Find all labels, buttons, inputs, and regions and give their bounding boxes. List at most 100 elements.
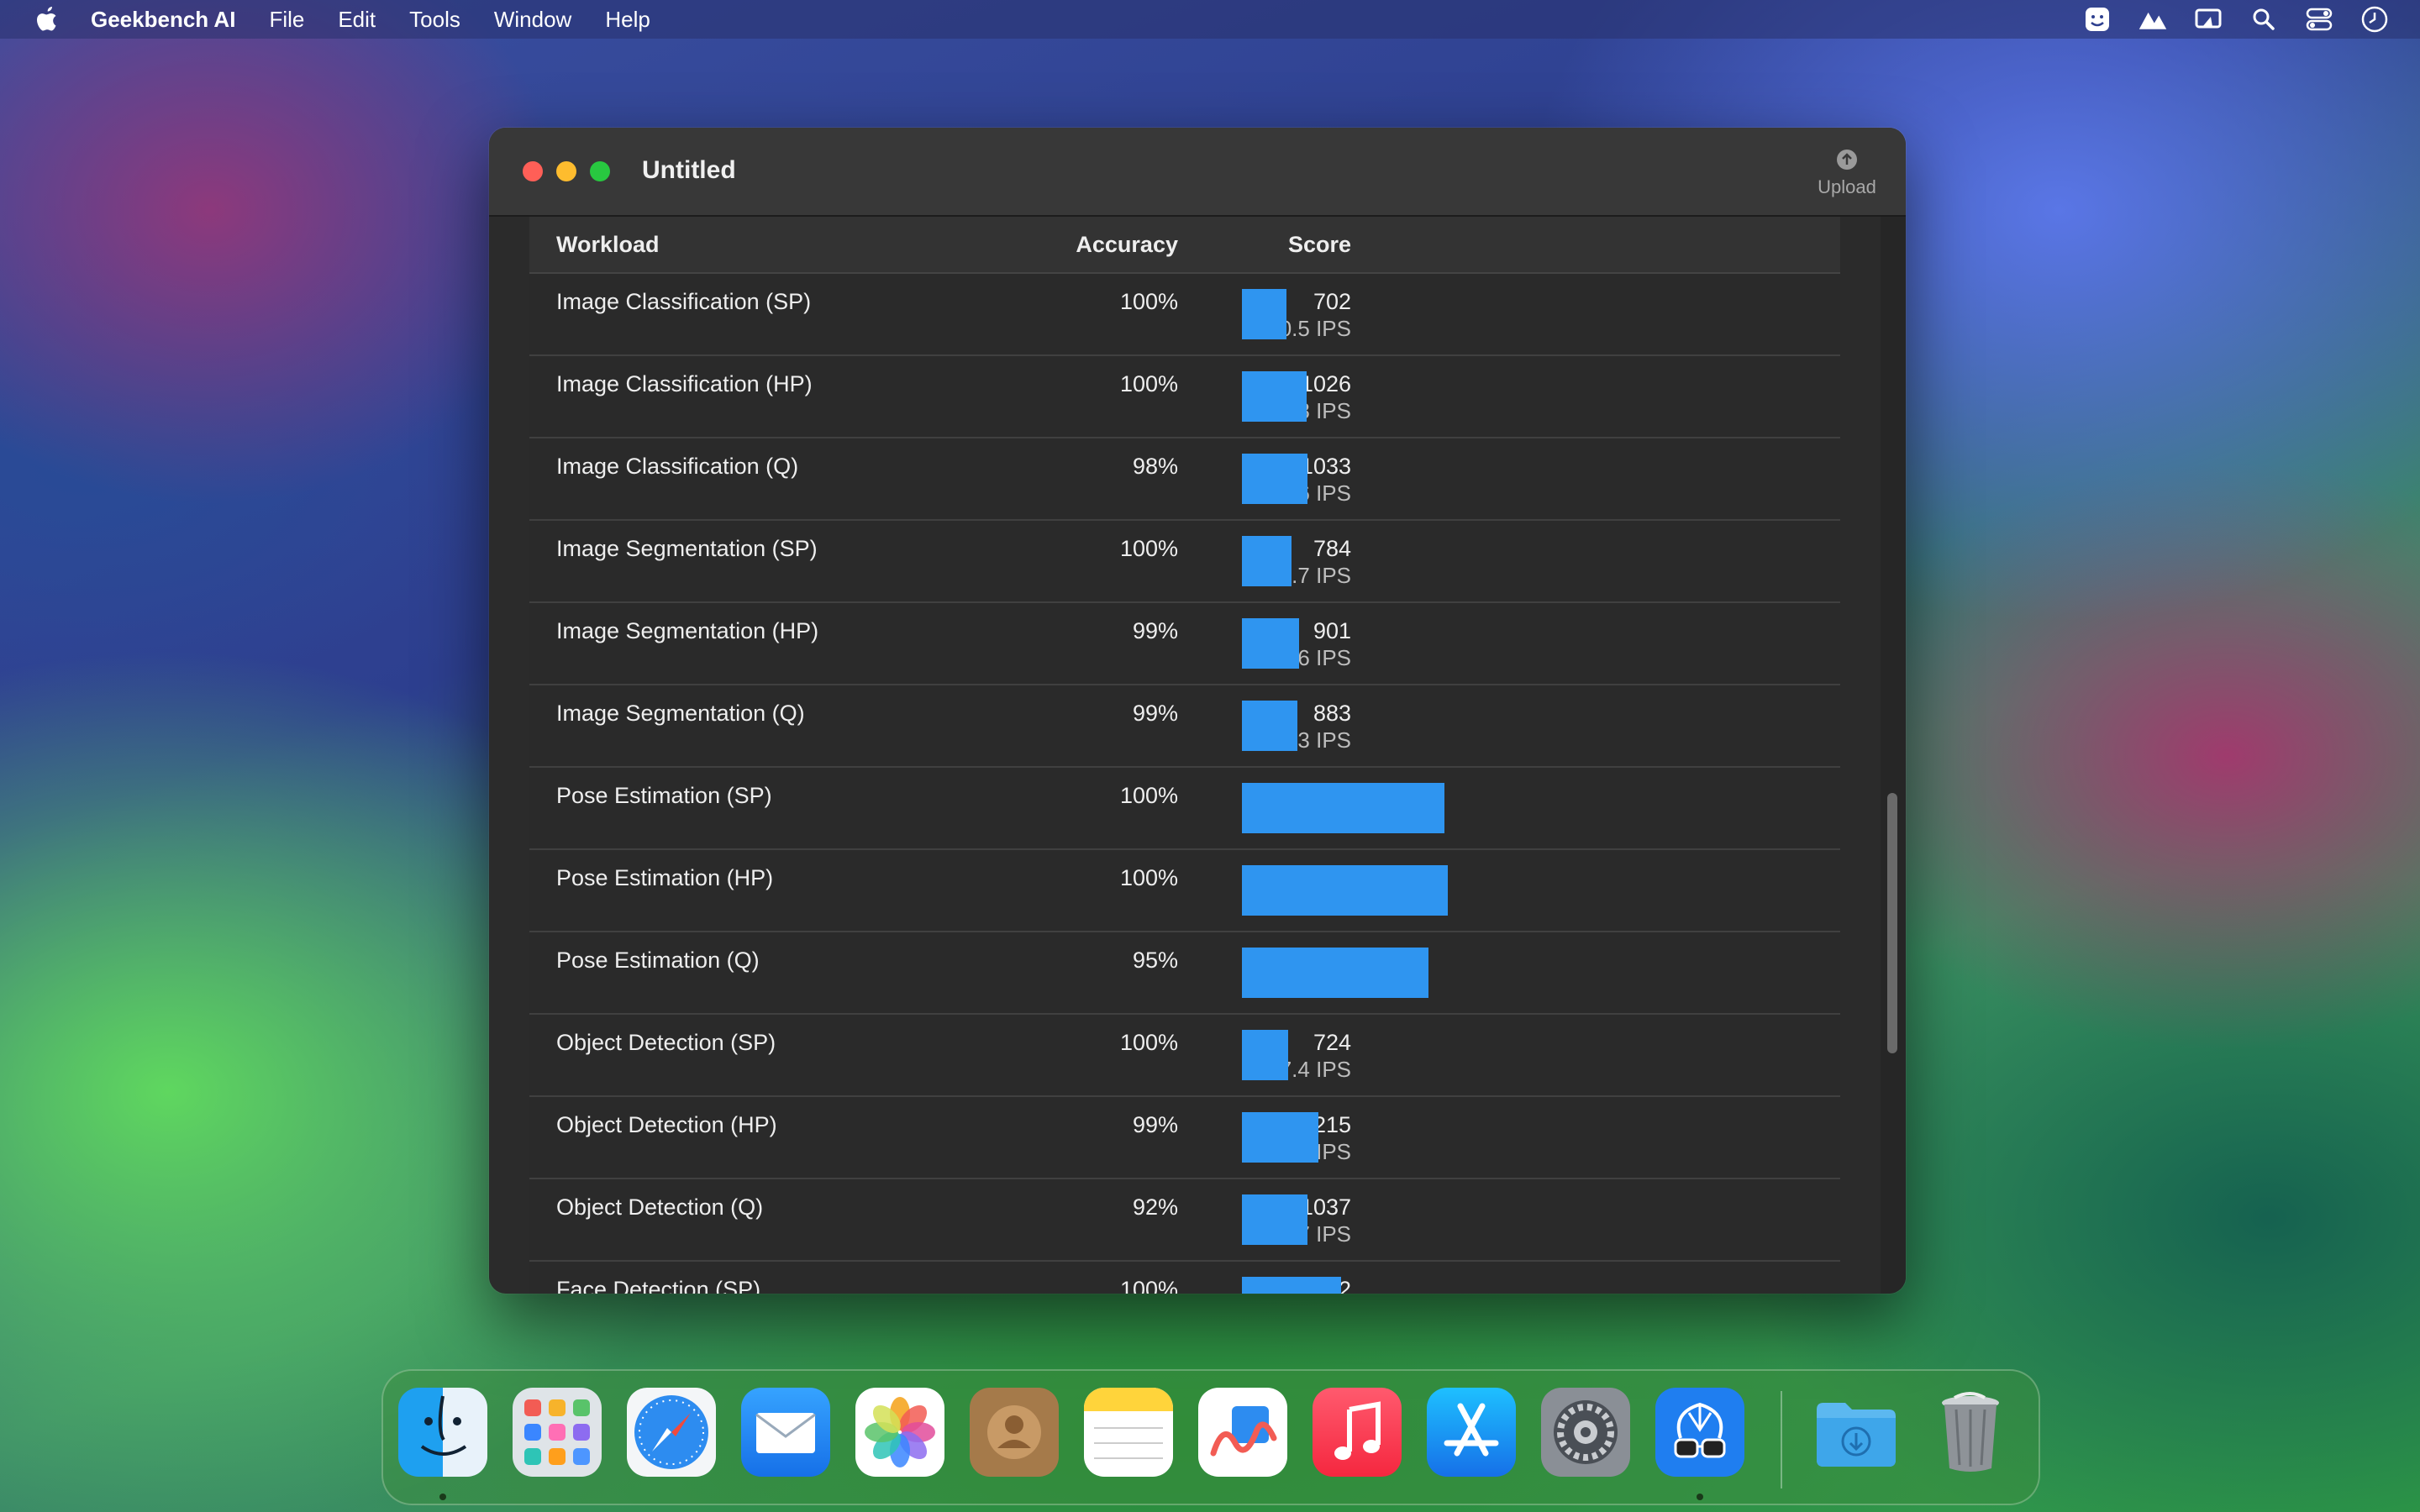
accuracy-value: 99% <box>1132 618 1178 643</box>
upload-icon <box>1837 150 1857 170</box>
accuracy-value: 100% <box>1119 371 1178 396</box>
menu-edit[interactable]: Edit <box>338 7 376 33</box>
accuracy-value: 100% <box>1119 1277 1178 1294</box>
column-header-score[interactable]: Score <box>1195 232 1351 258</box>
menu-bar: Geekbench AI File Edit Tools Window Help <box>0 0 2420 39</box>
workload-name: Image Classification (SP) <box>556 289 812 314</box>
dock <box>381 1369 2040 1505</box>
apple-logo-icon[interactable] <box>34 5 60 34</box>
scrollbar-track[interactable] <box>1881 217 1906 1294</box>
mountains-icon[interactable] <box>2138 4 2168 34</box>
accuracy-value: 99% <box>1132 701 1178 726</box>
workload-name: Image Segmentation (SP) <box>556 536 818 561</box>
accuracy-value: 92% <box>1132 1194 1178 1220</box>
table-row[interactable]: Pose Estimation (Q)95%29483.45 IPS <box>529 932 1840 1015</box>
menu-window[interactable]: Window <box>494 7 571 33</box>
table-row[interactable]: Image Classification (Q)98%1033192.6 IPS <box>529 438 1840 521</box>
table-row[interactable]: Image Segmentation (SP) 100% 784 12.7 IPS <box>529 521 1840 603</box>
downloads-folder-icon[interactable] <box>1812 1388 1901 1477</box>
table-row[interactable]: Image Classification (HP)100%1026190.8 I… <box>529 356 1840 438</box>
score-bar <box>1242 1030 1288 1080</box>
table-row[interactable]: Pose Estimation (SP)100%31963.73 IPS <box>529 768 1840 850</box>
freeform-icon[interactable] <box>1198 1388 1287 1477</box>
geekbench-window: Untitled Upload Workload Accuracy Score … <box>489 128 1906 1294</box>
table-header: Workload Accuracy Score <box>529 217 1840 274</box>
finder-running-indicator <box>439 1494 446 1500</box>
accuracy-value: 100% <box>1119 865 1178 890</box>
screen-icon[interactable] <box>2193 4 2223 34</box>
finder-status-icon[interactable] <box>2082 4 2112 34</box>
system-settings-icon[interactable] <box>1541 1388 1630 1477</box>
launchpad-icon[interactable] <box>513 1388 602 1477</box>
window-title: Untitled <box>642 156 736 184</box>
safari-icon[interactable] <box>627 1388 716 1477</box>
dock-separator <box>1781 1391 1782 1488</box>
trash-icon[interactable] <box>1926 1388 2015 1477</box>
upload-button[interactable]: Upload <box>1813 148 1881 198</box>
music-icon[interactable] <box>1313 1388 1402 1477</box>
score-bar <box>1242 454 1307 504</box>
title-bar[interactable]: Untitled Upload <box>489 128 1906 217</box>
minimize-button[interactable] <box>556 161 576 181</box>
table-row[interactable]: Object Detection (SP) 100% 724 57.4 IPS <box>529 1015 1840 1097</box>
accuracy-value: 100% <box>1119 289 1178 314</box>
upload-label: Upload <box>1818 176 1876 197</box>
search-icon[interactable] <box>2249 4 2279 34</box>
workload-name: Face Detection (SP) <box>556 1277 761 1294</box>
score-bar <box>1242 1277 1341 1294</box>
accuracy-value: 99% <box>1132 1112 1178 1137</box>
workload-name: Object Detection (SP) <box>556 1030 776 1055</box>
control-center-icon[interactable] <box>2304 4 2334 34</box>
scrollbar-thumb[interactable] <box>1887 793 1897 1053</box>
menu-tools[interactable]: Tools <box>409 7 460 33</box>
notes-icon[interactable] <box>1084 1388 1173 1477</box>
score-bar <box>1242 865 1448 916</box>
table-row[interactable]: Pose Estimation (HP)100%32543.80 IPS <box>529 850 1840 932</box>
table-row[interactable]: Object Detection (HP)99%121596.3 IPS <box>529 1097 1840 1179</box>
table-row[interactable]: Image Segmentation (Q) 99% 883 14.3 IPS <box>529 685 1840 768</box>
accuracy-value: 98% <box>1132 454 1178 479</box>
workload-name: Pose Estimation (Q) <box>556 948 760 973</box>
score-bar <box>1242 783 1444 833</box>
score-bar <box>1242 1194 1307 1245</box>
contacts-icon[interactable] <box>970 1388 1059 1477</box>
score-bar <box>1242 1112 1318 1163</box>
workload-name: Image Segmentation (Q) <box>556 701 805 726</box>
menu-help[interactable]: Help <box>605 7 650 33</box>
geekbench-ai-icon[interactable] <box>1655 1388 1744 1477</box>
column-header-accuracy[interactable]: Accuracy <box>983 232 1178 258</box>
accuracy-value: 100% <box>1119 1030 1178 1055</box>
score-bar <box>1242 701 1297 751</box>
workload-name: Image Classification (Q) <box>556 454 799 479</box>
score-bar <box>1242 289 1286 339</box>
score-bar <box>1242 618 1299 669</box>
table-row[interactable]: Image Segmentation (HP) 99% 901 14.6 IPS <box>529 603 1840 685</box>
score-bar <box>1242 371 1307 422</box>
finder-icon[interactable] <box>398 1388 487 1477</box>
status-menu-area <box>2082 0 2390 39</box>
table-row[interactable]: Image Classification (SP) 100% 702 130.5 IP… <box>529 274 1840 356</box>
zoom-button[interactable] <box>590 161 610 181</box>
accuracy-value: 100% <box>1119 536 1178 561</box>
menu-app-name[interactable]: Geekbench AI <box>91 7 235 33</box>
workload-name: Image Segmentation (HP) <box>556 618 819 643</box>
table-row[interactable]: Object Detection (Q) 92% 1037 82.7 IPS <box>529 1179 1840 1262</box>
mail-icon[interactable] <box>741 1388 830 1477</box>
menu-file[interactable]: File <box>269 7 304 33</box>
workload-name: Object Detection (HP) <box>556 1112 777 1137</box>
workload-name: Image Classification (HP) <box>556 371 813 396</box>
workload-name: Pose Estimation (HP) <box>556 865 774 890</box>
column-header-workload[interactable]: Workload <box>556 232 660 258</box>
photos-icon[interactable] <box>855 1388 944 1477</box>
table-row[interactable]: Face Detection (SP)100%1562 <box>529 1262 1840 1294</box>
workload-name: Object Detection (Q) <box>556 1194 764 1220</box>
score-bar <box>1242 948 1428 998</box>
close-button[interactable] <box>523 161 543 181</box>
clock-icon[interactable] <box>2360 4 2390 34</box>
workload-name: Pose Estimation (SP) <box>556 783 772 808</box>
geekbench-running-indicator <box>1697 1494 1703 1500</box>
accuracy-value: 100% <box>1119 783 1178 808</box>
accuracy-value: 95% <box>1132 948 1178 973</box>
results-table[interactable]: Workload Accuracy Score Image Classifica… <box>529 217 1840 1294</box>
app-store-icon[interactable] <box>1427 1388 1516 1477</box>
